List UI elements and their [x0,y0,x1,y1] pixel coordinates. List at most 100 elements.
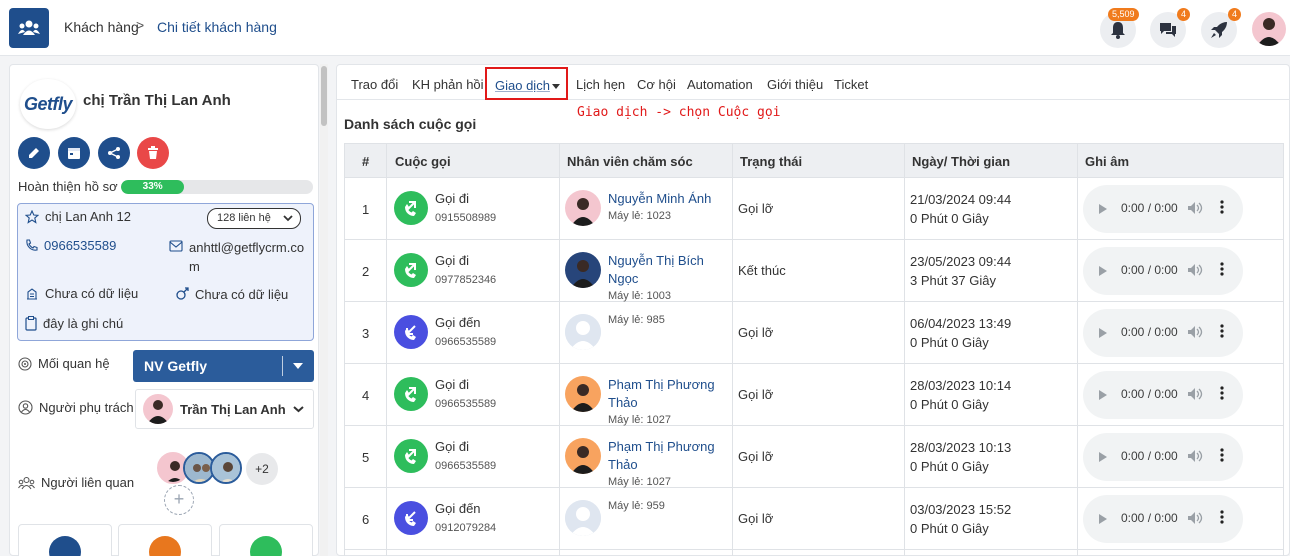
volume-icon[interactable] [1187,325,1203,339]
delete-button[interactable] [137,137,169,169]
staff-name[interactable]: Phạm Thị Phương Thảo [608,376,728,412]
column-divider [559,144,560,556]
rocket-button[interactable]: 4 [1201,8,1242,48]
play-icon[interactable] [1099,390,1107,400]
call-duration: 0 Phút 0 Giây [910,335,989,350]
contact-info-box: chị Lan Anh 12 128 liên hệ 0966535589 an… [17,203,314,341]
call-type: Gọi đi [435,439,469,454]
play-icon[interactable] [1099,266,1107,276]
tab-gioi-thieu[interactable]: Giới thiệu [767,77,823,92]
tab-ticket[interactable]: Ticket [834,77,868,92]
staff-avatar [565,438,601,474]
call-status: Gọi lỡ [738,511,774,526]
edit-button[interactable] [18,137,50,169]
audio-player[interactable]: 0:00 / 0:00 [1083,185,1243,233]
more-vertical-icon[interactable] [1220,200,1224,214]
audio-player[interactable]: 0:00 / 0:00 [1083,371,1243,419]
chevron-down-icon [293,406,304,413]
play-icon[interactable] [1099,328,1107,338]
call-duration: 0 Phút 0 Giây [910,521,989,536]
more-vertical-icon[interactable] [1220,448,1224,462]
trash-icon [148,146,158,159]
volume-icon[interactable] [1187,201,1203,215]
tab-lich-hen[interactable]: Lịch hẹn [576,77,625,92]
staff-avatar [565,252,601,288]
quick-action-calendar[interactable] [18,524,112,556]
email-row[interactable]: anhttl@getflycrm.com [169,238,309,276]
play-icon[interactable] [1099,452,1107,462]
audio-player[interactable]: 0:00 / 0:00 [1083,433,1243,481]
call-number[interactable]: 0912079284 [435,522,496,534]
user-avatar[interactable] [1252,12,1286,46]
more-vertical-icon[interactable] [1220,510,1224,524]
scrollbar-thumb[interactable] [321,66,327,126]
tab-giao-dich[interactable]: Giao dịch [485,67,568,100]
owner-select[interactable]: Trần Thị Lan Anh [135,389,314,429]
contacts-select-value: 128 liên hệ [217,212,271,224]
notifications-button[interactable]: 5,509 [1100,8,1139,48]
outgoing-call-icon [394,377,428,411]
audio-time: 0:00 / 0:00 [1121,325,1178,339]
header-call: Cuộc gọi [395,154,451,169]
mail-icon [169,240,183,252]
contacts-select[interactable]: 128 liên hệ [207,208,301,229]
related-more-count[interactable]: +2 [246,453,278,485]
relationship-select[interactable]: NV Getfly [133,350,314,382]
column-divider [386,144,387,556]
staff-name[interactable]: Nguyễn Minh Ánh [608,190,728,208]
transactions-panel: Trao đổi KH phản hồi Giao dịch Lịch hẹn … [336,64,1290,556]
call-type: Gọi đến [435,501,481,516]
audio-player[interactable]: 0:00 / 0:00 [1083,309,1243,357]
call-number[interactable]: 0966535589 [435,336,496,348]
phone-arrow-icon [405,201,416,216]
chevron-down-icon [283,215,293,222]
phone-arrow-icon [405,387,416,402]
call-number[interactable]: 0915508989 [435,212,496,224]
breadcrumb-separator: > [136,17,145,33]
messages-button[interactable]: 4 [1150,8,1191,48]
phone-row[interactable]: 0966535589 [25,238,116,253]
related-label-text: Người liên quan [41,475,135,490]
related-avatar[interactable] [210,452,242,484]
more-vertical-icon[interactable] [1220,324,1224,338]
play-icon[interactable] [1099,204,1107,214]
add-related-button[interactable]: + [164,485,194,515]
play-icon[interactable] [1099,514,1107,524]
volume-icon[interactable] [1187,387,1203,401]
row-number: 3 [362,326,370,341]
row-number: 4 [362,388,370,403]
volume-icon[interactable] [1187,511,1203,525]
share-button[interactable] [98,137,130,169]
breadcrumb-home[interactable]: Khách hàng [64,19,139,35]
left-scrollbar[interactable] [320,64,328,556]
volume-icon[interactable] [1187,263,1203,277]
owner-label: Người phụ trách [18,400,134,415]
tab-trao-doi[interactable]: Trao đổi [351,77,398,92]
audio-player[interactable]: 0:00 / 0:00 [1083,247,1243,295]
tab-automation[interactable]: Automation [687,77,753,92]
more-vertical-icon[interactable] [1220,262,1224,276]
default-avatar-icon [565,314,601,350]
field1-value: Chưa có dữ liệu [45,286,139,301]
tab-kh-phan-hoi[interactable]: KH phản hồi [412,77,484,92]
quick-action-star[interactable] [118,524,212,556]
call-number[interactable]: 0977852346 [435,274,496,286]
call-type: Gọi đến [435,315,481,330]
calendar-button[interactable] [58,137,90,169]
contact-name: chị Lan Anh 12 [45,209,132,224]
more-vertical-icon[interactable] [1220,386,1224,400]
customers-app-icon[interactable] [9,8,49,48]
call-number[interactable]: 0966535589 [435,460,496,472]
staff-photo [571,260,595,288]
volume-icon[interactable] [1187,449,1203,463]
audio-player[interactable]: 0:00 / 0:00 [1083,495,1243,543]
contact-name-row: chị Lan Anh 12 [25,209,131,224]
staff-name[interactable]: Phạm Thị Phương Thảo [608,438,728,474]
call-number[interactable]: 0966535589 [435,398,496,410]
building-icon [27,287,37,300]
quick-action-money[interactable] [219,524,313,556]
tab-co-hoi[interactable]: Cơ hội [637,77,676,92]
staff-avatar [565,500,601,536]
select-divider [282,356,283,376]
staff-name[interactable]: Nguyễn Thị Bích Ngọc [608,252,728,288]
